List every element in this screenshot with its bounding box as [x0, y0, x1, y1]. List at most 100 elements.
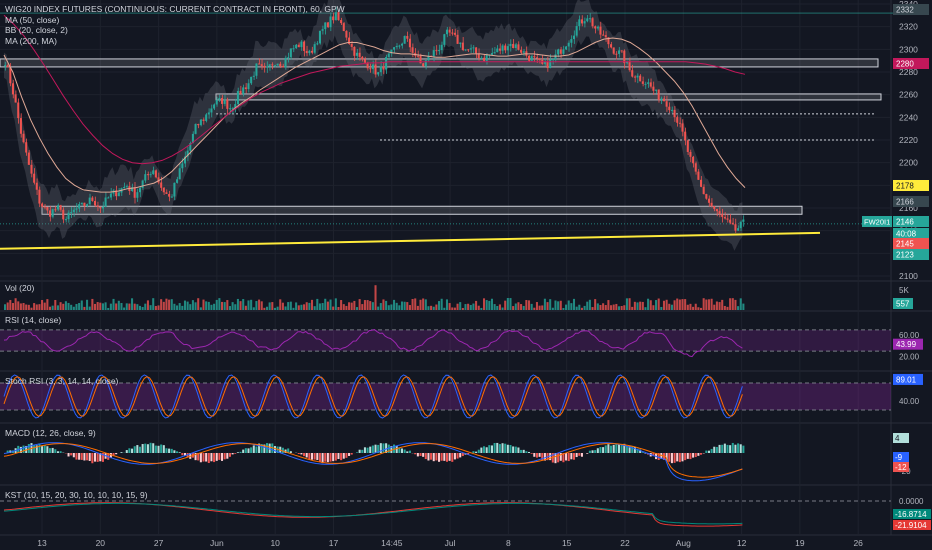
candle-body [530, 56, 533, 61]
candle-body [250, 76, 253, 84]
candle-body [247, 83, 250, 90]
macd-histogram-bar [128, 448, 131, 453]
candle-body [109, 193, 112, 198]
volume-bar [514, 303, 517, 310]
macd-histogram-bar [273, 446, 276, 453]
macd-histogram-bar [504, 443, 507, 453]
volume-bar [25, 304, 28, 310]
macd-histogram-bar [348, 453, 351, 456]
stochrsi-pane-label[interactable]: Stoch RSI (3, 3, 14, 14, close) [5, 376, 118, 386]
volume-bar [281, 302, 284, 310]
volume-bar [734, 299, 737, 310]
candle-body [591, 18, 594, 27]
volume-bar [6, 302, 9, 310]
macd-histogram-bar [125, 450, 128, 453]
candle-body [244, 87, 247, 90]
macd-histogram-bar [445, 453, 448, 462]
volume-bar [649, 300, 652, 310]
candle-body [445, 29, 448, 35]
candle-body [385, 56, 388, 70]
kst-tag-label: -16.8714 [895, 510, 927, 519]
candle-body [160, 182, 163, 188]
macd-histogram-bar [86, 453, 89, 461]
volume-bar [366, 300, 369, 310]
volume-bar [665, 299, 668, 310]
volume-bar [580, 307, 583, 310]
candle-body [141, 180, 144, 188]
volume-bar [38, 304, 41, 310]
legend-ma200[interactable]: MA (200, MA) [5, 36, 345, 47]
candle-body [620, 50, 623, 52]
macd-histogram-bar [673, 453, 676, 463]
macd-histogram-bar [739, 444, 742, 453]
volume-bar [197, 298, 200, 310]
candle-body [469, 48, 472, 50]
macd-histogram-bar [308, 453, 311, 460]
volume-bar [520, 304, 523, 310]
volume-bar [46, 299, 49, 310]
x-axis-label: 22 [620, 538, 630, 548]
volume-bar [498, 304, 501, 310]
volume-bar [358, 299, 361, 310]
macd-histogram-bar [205, 453, 208, 462]
rsi-pane-label[interactable]: RSI (14, close) [5, 315, 61, 325]
macd-histogram-bar [713, 446, 716, 453]
price-tick-label: 2100 [899, 271, 918, 281]
volume-bar [504, 300, 507, 310]
legend-bb[interactable]: BB (20, close, 2) [5, 25, 345, 36]
volume-bar [570, 303, 573, 310]
macd-histogram-bar [366, 447, 369, 453]
macd-histogram-bar [226, 453, 229, 459]
macd-histogram-bar [361, 449, 364, 453]
candle-body [25, 142, 28, 153]
yellow-trendline [0, 231, 821, 250]
volume-bar [599, 304, 602, 310]
candle-body [123, 186, 126, 189]
candle-body [48, 210, 52, 217]
volume-bar [218, 298, 221, 310]
candle-body [721, 214, 724, 217]
volume-bar [91, 298, 94, 310]
volume-bar [488, 300, 491, 310]
candle-body [403, 35, 406, 44]
macd-histogram-bar [686, 453, 689, 459]
candle-body [705, 194, 708, 199]
candle-body [59, 205, 62, 210]
candle-body [369, 68, 372, 70]
volume-bar [194, 302, 197, 310]
candle-body [146, 174, 149, 176]
macd-histogram-bar [157, 445, 160, 453]
price-tick-label: 2320 [899, 22, 918, 32]
volume-bar [252, 307, 255, 310]
volume-bar [443, 307, 446, 310]
volume-bar [461, 307, 464, 310]
macd-histogram-bar [678, 453, 681, 463]
volume-bar [345, 305, 348, 310]
macd-histogram-bar [533, 453, 536, 457]
candle-body [78, 204, 81, 209]
volume-bar [374, 285, 377, 310]
candle-body [522, 51, 525, 53]
volume-bar [260, 301, 263, 310]
macd-pane-label[interactable]: MACD (12, 26, close, 9) [5, 428, 96, 438]
candle-body [83, 202, 86, 206]
volume-bar [223, 302, 226, 310]
macd-histogram-bar [250, 447, 253, 453]
volume-pane-label[interactable]: Vol (20) [5, 283, 34, 293]
volume-bar [101, 303, 104, 310]
macd-histogram-bar [496, 442, 499, 453]
volume-bar [628, 298, 631, 310]
volume-bar [535, 302, 538, 310]
candle-body [4, 65, 7, 67]
volume-bar [239, 301, 242, 310]
macd-histogram-bar [517, 447, 520, 453]
macd-histogram-bar [324, 453, 327, 462]
macd-histogram-bar [535, 453, 538, 458]
chart-canvas[interactable]: 132027Jun101714:45Jul81522Aug12192623402… [0, 0, 932, 550]
volume-bar [686, 304, 689, 310]
candle-body [451, 32, 454, 34]
volume-bar [387, 305, 390, 310]
volume-bar [244, 305, 247, 310]
kst-pane-label[interactable]: KST (10, 15, 20, 30, 10, 10, 10, 15, 9) [5, 490, 148, 500]
legend-ma50[interactable]: MA (50, close) [5, 15, 345, 26]
